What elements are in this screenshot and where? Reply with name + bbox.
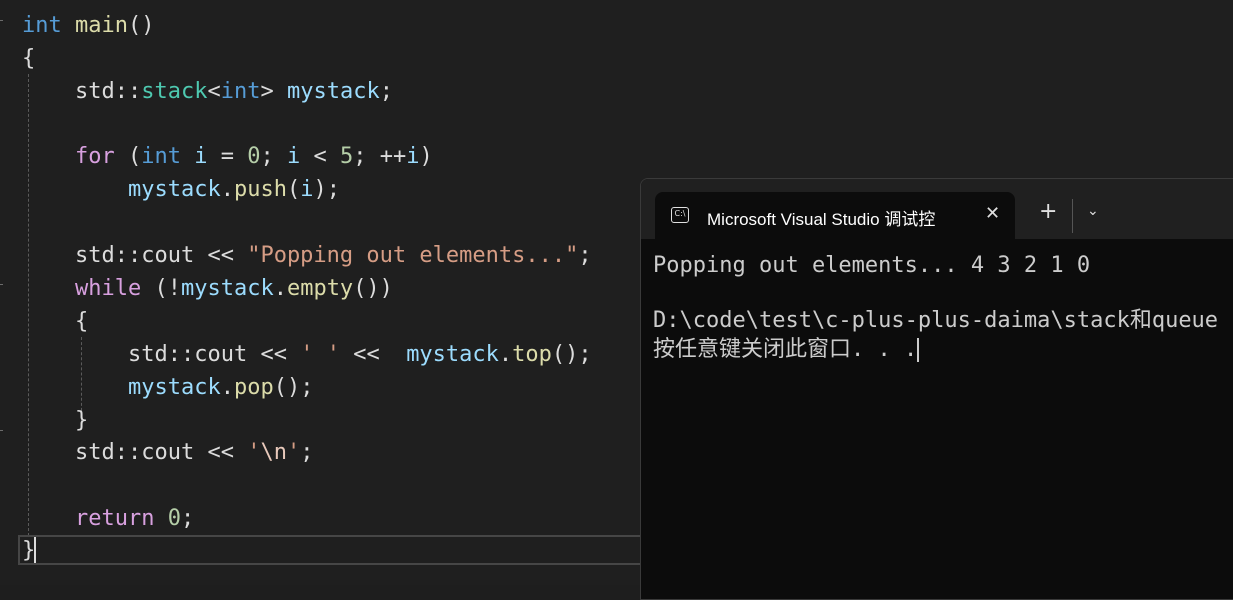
operator: ++ [379,144,407,169]
code-line-11[interactable]: } [75,404,88,437]
punctuation: < [207,79,221,104]
code-line-13[interactable]: return 0; [75,502,194,535]
escape-sequence: \n [260,440,287,465]
punctuation: (); [273,375,314,400]
code-line-12[interactable]: std::cout << '\n'; [75,436,313,469]
variable: mystack [286,79,380,104]
variable: i [406,144,420,169]
variable: i [194,144,208,169]
variable: i [287,144,301,169]
keyword: while [75,276,142,301]
punctuation: ; [300,440,314,465]
operator: << [207,440,248,465]
fold-marker: ╴ [0,426,7,437]
namespace: std::cout [128,342,261,367]
console-tab[interactable]: C:\ Microsoft Visual Studio 调试控 ✕ [655,192,1015,240]
console-prompt-text: 按任意键关闭此窗口. . . [653,337,918,362]
console-prompt-line: 按任意键关闭此窗口. . . [653,336,920,364]
function-name: empty [286,276,354,301]
namespace: std:: [75,79,142,104]
text-caret [34,537,36,563]
variable: mystack [180,276,274,301]
tab-title: Microsoft Visual Studio 调试控 [707,210,936,229]
punctuation: ( [286,177,301,202]
string-literal: "Popping out elements..." [247,243,579,268]
terminal-icon: C:\ [671,207,689,223]
punctuation: (! [141,276,181,301]
variable: mystack [406,342,499,367]
keyword: int [141,144,181,169]
brace: { [22,46,36,71]
operator: = [207,144,248,169]
punctuation: . [220,375,234,400]
console-output-line: Popping out elements... 4 3 2 1 0 [653,253,1091,278]
fold-marker: ╴ [0,16,7,27]
tab-bar: C:\ Microsoft Visual Studio 调试控 ✕ + ⌄ [641,179,1233,240]
string-literal: ' [286,440,301,465]
fold-marker: ╴ [0,280,7,291]
brace: } [75,408,89,433]
keyword: int [22,13,62,38]
operator: << [207,243,248,268]
current-line-highlight [18,535,718,565]
punctuation: . [273,276,287,301]
code-line-6[interactable]: std::cout << "Popping out elements..."; [75,239,592,272]
code-line-4[interactable]: for (int i = 0; i < 5; ++i) [75,140,433,173]
type-name: stack [141,79,208,104]
function-name: push [233,177,287,202]
punctuation: ; [260,144,287,169]
keyword: for [75,144,115,169]
operator: << [260,342,301,367]
close-icon[interactable]: ✕ [985,203,1000,224]
console-cursor [917,338,920,362]
punctuation: ; [353,144,380,169]
divider [1072,199,1073,233]
code-line-3[interactable]: std::stack<int> mystack; [75,75,393,108]
keyword: return [75,506,155,531]
debug-console-window[interactable]: C:\ Microsoft Visual Studio 调试控 ✕ + ⌄ Po… [640,178,1233,600]
code-line-8[interactable]: { [75,305,88,338]
number: 0 [247,144,261,169]
punctuation: () [127,13,155,38]
punctuation: ( [114,144,142,169]
variable: i [300,177,314,202]
punctuation: . [498,342,513,367]
code-line-9[interactable]: std::cout << ' ' << mystack.top(); [128,338,592,371]
punctuation: (); [551,342,592,367]
punctuation: ); [313,177,340,202]
variable: mystack [128,375,221,400]
indent-guide [28,74,29,536]
number: 0 [167,506,181,531]
string-literal: ' [247,440,261,465]
code-line-2[interactable]: { [22,42,35,75]
code-line-7[interactable]: while (!mystack.empty()) [75,272,393,305]
punctuation: ) [419,144,433,169]
punctuation: ()) [353,276,393,301]
namespace: std::cout [75,243,208,268]
function-name: top [512,342,552,367]
function-name: pop [233,375,274,400]
function-name: main [75,13,128,38]
code-line-1[interactable]: int main() [22,9,154,42]
operator: < [300,144,340,169]
string-literal: ' ' [300,342,340,367]
console-output-line: D:\code\test\c-plus-plus-daima\stack和que… [653,308,1219,333]
punctuation: ; [180,506,195,531]
punctuation: > [260,79,274,104]
code-line-10[interactable]: mystack.pop(); [128,371,313,404]
chevron-down-icon[interactable]: ⌄ [1087,203,1099,219]
keyword: int [220,79,261,104]
new-tab-button[interactable]: + [1039,201,1057,223]
brace: { [75,309,89,334]
punctuation: ; [379,79,393,104]
code-line-5[interactable]: mystack.push(i); [128,173,340,206]
punctuation: . [220,177,234,202]
operator: << [339,342,393,367]
punctuation: ; [578,243,592,268]
variable: mystack [128,177,221,202]
namespace: std::cout [75,440,208,465]
number: 5 [340,144,354,169]
